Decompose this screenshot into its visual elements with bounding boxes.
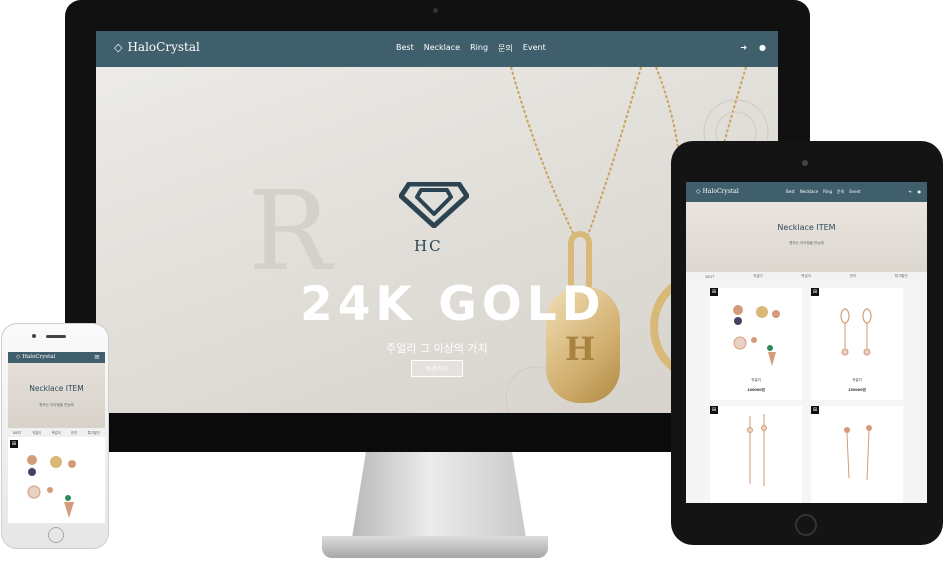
login-icon[interactable]: ➜ — [908, 189, 911, 194]
login-icon[interactable]: ➜ — [740, 43, 747, 52]
nav-links: Best Necklace Ring 문의 Event — [786, 189, 861, 195]
nav-link-necklace[interactable]: Necklace — [800, 189, 818, 195]
product-price: 100000원 — [747, 388, 765, 392]
tab-special-sale[interactable]: 특가할인 — [88, 430, 100, 435]
home-button[interactable] — [48, 527, 64, 543]
tab-special-sale[interactable]: 특가할인 — [895, 274, 908, 279]
brand-name: HaloCrystal — [127, 40, 200, 54]
product-card[interactable]: ⊞ 귀걸이 150000원 — [811, 288, 903, 400]
brand-name: HaloCrystal — [22, 354, 56, 360]
tab-best[interactable]: BEST — [13, 431, 21, 435]
earring-set-image — [733, 305, 780, 366]
product-name: 귀걸이 — [852, 378, 862, 382]
monitor-stand — [352, 452, 526, 538]
product-price: 150000원 — [848, 388, 866, 392]
nav-link-best[interactable]: Best — [786, 189, 795, 195]
diamond-icon: ◇ — [696, 188, 701, 195]
tab-earrings[interactable]: 귀걸이 — [753, 274, 763, 279]
diamond-icon: ◇ — [114, 40, 123, 54]
tablet-navbar: ◇ HaloCrystal Best Necklace Ring 문의 Even… — [686, 182, 927, 202]
brand-logo[interactable]: ◇ HaloCrystal — [16, 354, 55, 360]
tab-rings[interactable]: 반지 — [850, 274, 856, 279]
product-card[interactable]: ⊞ — [10, 440, 103, 523]
product-name: 귀걸이 — [751, 378, 761, 382]
user-icon[interactable]: ● — [759, 43, 766, 52]
product-page-title: Necklace ITEM — [29, 384, 84, 393]
monitor-base — [322, 536, 548, 558]
brand-name: HaloCrystal — [702, 188, 739, 195]
phone-screen: ◇ HaloCrystal ≡ Necklace ITEM 원하는 아이템을 만… — [8, 352, 105, 523]
nav-icons: ➜ ● — [908, 189, 921, 194]
tab-earrings[interactable]: 귀걸이 — [32, 430, 41, 435]
product-card[interactable]: ⊞ — [710, 406, 802, 503]
hero-logo-text: HC — [414, 237, 443, 255]
tablet-device: ◇ HaloCrystal Best Necklace Ring 문의 Even… — [671, 141, 943, 545]
earring-set-image — [27, 455, 76, 518]
nav-link-best[interactable]: Best — [396, 43, 414, 54]
nav-link-event[interactable]: Event — [849, 189, 860, 195]
product-card[interactable]: ⊞ — [811, 406, 903, 503]
hero-title: 24K GOLD — [300, 277, 606, 332]
product-page-subtitle: 원하는 아이템을 만능해 — [789, 241, 824, 245]
chain-earring-image — [747, 414, 767, 486]
speaker-icon — [46, 335, 66, 338]
nav-link-ring[interactable]: Ring — [470, 43, 488, 54]
phone-navbar: ◇ HaloCrystal ≡ — [8, 352, 105, 363]
product-page-header: Necklace ITEM 원하는 아이템을 만능해 — [686, 202, 927, 272]
product-grid: ⊞ 귀걸이 100000원 ⊞ 귀걸이 150000원 ⊞ ⊞ — [686, 281, 927, 503]
user-icon[interactable]: ● — [918, 189, 922, 194]
hc-diamond-logo-icon — [399, 182, 469, 228]
tablet-screen: ◇ HaloCrystal Best Necklace Ring 문의 Even… — [686, 182, 927, 503]
pendant-letter: H — [565, 330, 596, 368]
top-navbar: ◇ HaloCrystal Best Necklace Ring 문의 Even… — [96, 31, 778, 67]
product-card[interactable]: ⊞ 귀걸이 100000원 — [710, 288, 802, 400]
home-button[interactable] — [795, 514, 817, 536]
camera-icon — [32, 334, 36, 338]
camera-icon — [802, 160, 808, 166]
tab-best[interactable]: BEST — [705, 275, 714, 279]
drop-earring-image — [840, 308, 872, 356]
flower-earring-image — [844, 425, 872, 481]
hero-shortcut-button[interactable]: 바로가기 — [411, 360, 463, 377]
nav-link-inquiry[interactable]: 문의 — [498, 43, 513, 54]
nav-link-necklace[interactable]: Necklace — [424, 43, 460, 54]
category-tabs: BEST 귀걸이 목걸이 반지 특가할인 — [8, 428, 105, 437]
camera-icon — [433, 8, 438, 13]
phone-device: ◇ HaloCrystal ≡ Necklace ITEM 원하는 아이템을 만… — [1, 323, 109, 549]
product-page-subtitle: 원하는 아이템을 만능해 — [39, 403, 74, 407]
nav-link-event[interactable]: Event — [523, 43, 546, 54]
nav-icons: ➜ ● — [740, 43, 766, 52]
device-mockup-stage: ◇ HaloCrystal Best Necklace Ring 문의 Even… — [0, 0, 945, 569]
product-page-title: Necklace ITEM — [777, 223, 836, 232]
diamond-icon: ◇ — [16, 354, 21, 360]
nav-link-ring[interactable]: Ring — [823, 189, 832, 195]
tab-necklaces[interactable]: 목걸이 — [801, 274, 811, 279]
nav-links: Best Necklace Ring 문의 Event — [396, 43, 546, 54]
tab-necklaces[interactable]: 목걸이 — [52, 430, 61, 435]
product-page-header: Necklace ITEM 원하는 아이템을 만능해 — [8, 363, 105, 428]
brand-logo[interactable]: ◇ HaloCrystal — [696, 188, 739, 195]
hero-subtitle: 주얼리 그 이상의 가치 — [386, 342, 488, 355]
nav-link-inquiry[interactable]: 문의 — [837, 189, 844, 195]
brand-logo[interactable]: ◇ HaloCrystal — [114, 40, 200, 54]
hamburger-menu-icon[interactable]: ≡ — [94, 353, 100, 361]
category-tabs: BEST 귀걸이 목걸이 반지 특가할인 — [686, 272, 927, 281]
tab-rings[interactable]: 반지 — [71, 430, 77, 435]
